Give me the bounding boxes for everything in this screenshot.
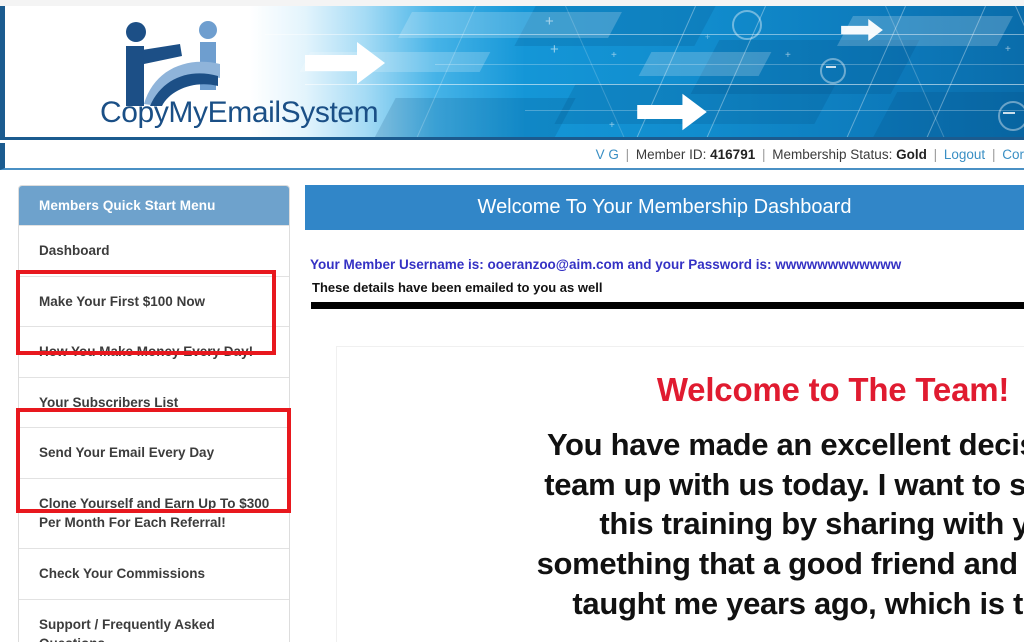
promo-line-3: this training by sharing with you xyxy=(599,506,1024,542)
site-logo[interactable]: CopyMyEmailSystem xyxy=(100,20,379,132)
banner-arrow-icon-3 xyxy=(841,19,883,41)
sidebar-item-send-email-every-day[interactable]: Send Your Email Every Day xyxy=(19,427,289,478)
promo-line-1: You have made an excellent decision to xyxy=(546,427,1024,462)
promo-line-5: taught me years ago, which is that... xyxy=(572,585,1024,621)
credentials-note: These details have been emailed to you a… xyxy=(312,280,603,295)
members-quick-start-menu: Members Quick Start Menu Dashboard Make … xyxy=(18,185,290,642)
sidebar-item-dashboard[interactable]: Dashboard xyxy=(19,225,289,276)
promo-line-2: team up with us today. I want to start o… xyxy=(544,466,1024,502)
membership-status-value: Gold xyxy=(896,147,927,162)
separator-1: | xyxy=(625,147,630,162)
sidebar-item-how-you-make-money[interactable]: How You Make Money Every Day! xyxy=(19,326,289,377)
sidebar-item-support-faq[interactable]: Support / Frequently Asked Questions xyxy=(19,598,289,642)
member-id-label: Member ID: xyxy=(635,147,707,162)
separator-2: | xyxy=(761,147,766,162)
logo-wordmark: CopyMyEmailSystem xyxy=(100,96,379,129)
sidebar-item-check-commissions[interactable]: Check Your Commissions xyxy=(19,547,289,599)
user-initials-link[interactable]: V G xyxy=(596,147,619,162)
welcome-promo-image: Welcome to The Team! You have made an ex… xyxy=(337,347,1024,642)
sidebar-item-make-first-100[interactable]: Make Your First $100 Now xyxy=(19,275,289,327)
member-info-bar: V G | Member ID: 416791 | Membership Sta… xyxy=(0,143,1024,170)
credentials-line: Your Member Username is: ooeranzoo@aim.c… xyxy=(310,257,902,272)
separator-4: | xyxy=(991,147,996,162)
main-content: Welcome To Your Membership Dashboard You… xyxy=(305,185,1024,642)
promo-line-4: something that a good friend and mentor xyxy=(536,546,1024,582)
membership-status-label: Membership Status: xyxy=(772,147,893,162)
logout-link[interactable]: Logout xyxy=(944,147,985,162)
two-people-swoosh-logo-icon xyxy=(126,21,220,106)
promo-body: You have made an excellent decision to t… xyxy=(337,425,1024,623)
member-id-value: 416791 xyxy=(710,147,756,162)
black-divider-rule xyxy=(311,302,1024,309)
contact-link[interactable]: Cor xyxy=(1002,147,1024,162)
dashboard-header-title: Welcome To Your Membership Dashboard xyxy=(305,185,1024,230)
separator-3: | xyxy=(933,147,938,162)
page-root: + + + + + + + CopyMyEmailSystem V G | Me… xyxy=(0,0,1024,642)
sidebar-item-clone-yourself[interactable]: Clone Yourself and Earn Up To $300 Per M… xyxy=(19,477,289,548)
banner-arrow-icon-2 xyxy=(637,93,707,131)
sidebar-item-subscribers-list[interactable]: Your Subscribers List xyxy=(19,376,289,428)
sidebar-header: Members Quick Start Menu xyxy=(19,186,289,225)
promo-title: Welcome to The Team! xyxy=(656,371,1010,408)
site-banner: + + + + + + + CopyMyEmailSystem xyxy=(0,6,1024,140)
